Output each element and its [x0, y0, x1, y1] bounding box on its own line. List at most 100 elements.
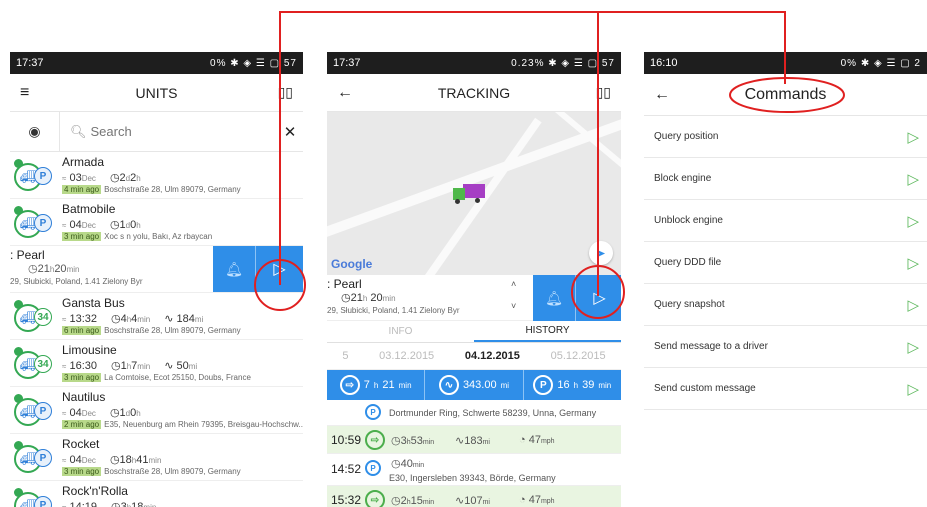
page-title: TRACKING — [437, 84, 511, 101]
status-bar: 17:37 0.23% ✱ ◈ ☰ ▢ 57 — [327, 52, 621, 74]
status-time: 16:10 — [650, 57, 678, 69]
unit-item-swiped[interactable]: : Pearl ◷21h20min 29, Słubicki, Poland, … — [10, 246, 303, 293]
history-parking-row[interactable]: 14:52 P ◷40min E30, Ingersleben 39343, B… — [327, 454, 621, 486]
search-bar: ◉ 🔍︎ ✕ — [10, 112, 303, 152]
status-icons: 0% ✱ ◈ ☰ ▢ 2 — [840, 57, 921, 69]
unit-stats: ≈ 04Dec ◷18h41min — [62, 453, 161, 466]
navigation-icon[interactable]: ➤ — [589, 241, 613, 265]
parking-icon: P — [34, 167, 52, 185]
history-distance: ∿183mi — [455, 435, 490, 447]
commands-toolbar: ← Commands — [644, 74, 927, 116]
last-update-badge: 3 min ago — [62, 373, 102, 382]
unit-stats: ≈ 03Dec ◷2d2h — [62, 171, 141, 184]
play-icon[interactable]: ▷ — [907, 254, 919, 272]
unit-avatar: 🚚︎ P — [14, 488, 60, 507]
units-toolbar: ≡ UNITS ▯▯ — [10, 74, 303, 112]
history-parking-row[interactable]: P Dortmunder Ring, Schwerte 58239, Unna,… — [327, 400, 621, 426]
unit-item[interactable]: 🚚︎P Rock'n'Rolla ≈ 14:19 ◷3h18min — [10, 481, 303, 507]
play-icon[interactable]: ▷ — [907, 128, 919, 146]
status-bar: 17:37 0% ✱ ◈ ☰ ▢ 57 — [10, 52, 303, 74]
map-icon[interactable]: ▯▯ — [278, 84, 293, 101]
search-input[interactable] — [86, 116, 277, 147]
tracking-toolbar: ← TRACKING ▯▯ — [327, 74, 621, 112]
command-label: Send message to a driver — [654, 341, 768, 352]
back-arrow-icon[interactable]: ← — [654, 86, 670, 104]
distance-icon: ∿ — [438, 375, 459, 395]
unit-address: 2 min ago E35, Neuenburg am Rhein 79395, … — [62, 420, 303, 429]
tab-bar: INFO HISTORY — [327, 321, 621, 343]
command-item[interactable]: Query snapshot ▷ — [644, 284, 927, 326]
map-icon[interactable]: ▯▯ — [596, 84, 611, 101]
unit-item[interactable]: 🚚︎ P Nautilus ≈ 04Dec ◷1d0h 2 min ago E35,… — [10, 387, 303, 434]
date-item[interactable]: 5 — [342, 350, 348, 362]
chevron-down-icon[interactable]: ˅ — [511, 301, 516, 311]
command-item[interactable]: Query DDD file ▷ — [644, 242, 927, 284]
history-duration: ◷40min — [391, 458, 425, 470]
unit-name: Armada — [62, 155, 105, 169]
unit-item[interactable]: 🚚︎ 34 Limousine ≈ 16:30 ◷1h7min ∿ 50mi 3 … — [10, 340, 303, 387]
units-screen: 17:37 0% ✱ ◈ ☰ ▢ 57 ≡ UNITS ▯▯ ◉ 🔍︎ ✕ 🚚︎… — [10, 52, 303, 507]
unit-avatar: 🚚︎ P — [14, 394, 60, 428]
map-road — [327, 114, 621, 240]
unit-time: ≈ 04Dec — [62, 219, 96, 231]
unit-time: ≈ 04Dec — [62, 407, 96, 419]
unit-stats: ≈ 16:30 ◷1h7min ∿ 50mi — [62, 359, 197, 372]
unit-address: 3 min ago Xoc s n yolu, Bakı, Az rbaycan — [62, 232, 213, 241]
truck-icon[interactable] — [453, 184, 485, 204]
last-update-badge: 3 min ago — [62, 467, 102, 476]
hamburger-icon[interactable]: ≡ — [20, 84, 29, 102]
unit-stats: ≈ 04Dec ◷1d0h — [62, 406, 141, 419]
unit-item[interactable]: 🚚︎ 34 Gansta Bus ≈ 13:32 ◷4h4min ∿ 184mi … — [10, 293, 303, 340]
date-selector: 5 03.12.2015 04.12.2015 05.12.2015 — [327, 343, 621, 370]
status-bar: 16:10 0% ✱ ◈ ☰ ▢ 2 — [644, 52, 927, 74]
command-label: Query DDD file — [654, 257, 722, 268]
unit-address: 4 min ago Boschstraße 28, Ulm 89079, Germ… — [62, 185, 241, 194]
close-icon[interactable]: ✕ — [277, 123, 303, 141]
date-item[interactable]: 03.12.2015 — [379, 350, 434, 362]
unit-time: ≈ 14:19 — [62, 501, 97, 507]
unit-duration: ◷1h7min — [110, 360, 151, 372]
command-item[interactable]: Send custom message ▷ — [644, 368, 927, 410]
history-speed: ◔ 47mph — [519, 434, 555, 446]
date-item-selected[interactable]: 04.12.2015 — [465, 350, 520, 362]
play-icon[interactable]: ▷ — [907, 338, 919, 356]
bell-icon[interactable]: 🔔︎ — [213, 246, 255, 292]
command-item[interactable]: Query position ▷ — [644, 116, 927, 158]
play-icon[interactable]: ▷ — [907, 170, 919, 188]
command-label: Block engine — [654, 173, 712, 184]
unit-item[interactable]: 🚚︎ P Batmobile ≈ 04Dec ◷1d0h 3 min ago Xoc… — [10, 199, 303, 246]
tab-history[interactable]: HISTORY — [474, 321, 621, 342]
history-trip-row[interactable]: 15:32 ⇨ ◷2h15min ∿107mi ◔ 47mph — [327, 486, 621, 507]
history-trip-row[interactable]: 10:59 ⇨ ◷3h53min ∿183mi ◔ 47mph — [327, 426, 621, 454]
history-duration: ◷2h15min — [391, 495, 435, 507]
unit-item[interactable]: 🚚︎ P Rocket ≈ 04Dec ◷18h41min 3 min ago Bo… — [10, 434, 303, 481]
play-icon[interactable]: ▷ — [907, 212, 919, 230]
play-icon[interactable]: ▷ — [907, 380, 919, 398]
unit-name: : Pearl — [327, 277, 362, 291]
commands-button[interactable]: ▷ — [255, 246, 303, 292]
date-item[interactable]: 05.12.2015 — [551, 350, 606, 362]
eye-icon[interactable]: ◉ — [10, 112, 60, 151]
command-item[interactable]: Send message to a driver ▷ — [644, 326, 927, 368]
unit-distance: ∿ 184mi — [164, 313, 204, 325]
unit-name: Gansta Bus — [62, 296, 125, 310]
tab-info[interactable]: INFO — [327, 321, 474, 342]
chevron-up-icon[interactable]: ˄ — [511, 279, 516, 289]
unit-name: Rocket — [62, 437, 100, 451]
unit-avatar: 🚚︎ P — [14, 206, 60, 240]
play-icon[interactable]: ▷ — [907, 296, 919, 314]
bell-icon[interactable]: 🔔︎ — [533, 275, 575, 321]
unit-item[interactable]: 🚚︎ P Armada ≈ 03Dec ◷2d2h 4 min ago Boschs… — [10, 152, 303, 199]
command-item[interactable]: Block engine ▷ — [644, 158, 927, 200]
commands-button[interactable]: ▷ — [575, 275, 621, 321]
status-time: 17:37 — [333, 57, 361, 69]
unit-name: Batmobile — [62, 202, 116, 216]
unit-card[interactable]: : Pearl ◷21h 20min 29, Słubicki, Poland,… — [327, 275, 621, 321]
parking-icon: P — [365, 404, 381, 420]
back-arrow-icon[interactable]: ← — [337, 84, 353, 102]
unit-time: ≈ 04Dec — [62, 454, 96, 466]
command-item[interactable]: Unblock engine ▷ — [644, 200, 927, 242]
parking-icon: P — [34, 402, 52, 420]
map-view[interactable]: Google ➤ — [327, 112, 621, 275]
parking-icon: P — [34, 214, 52, 232]
